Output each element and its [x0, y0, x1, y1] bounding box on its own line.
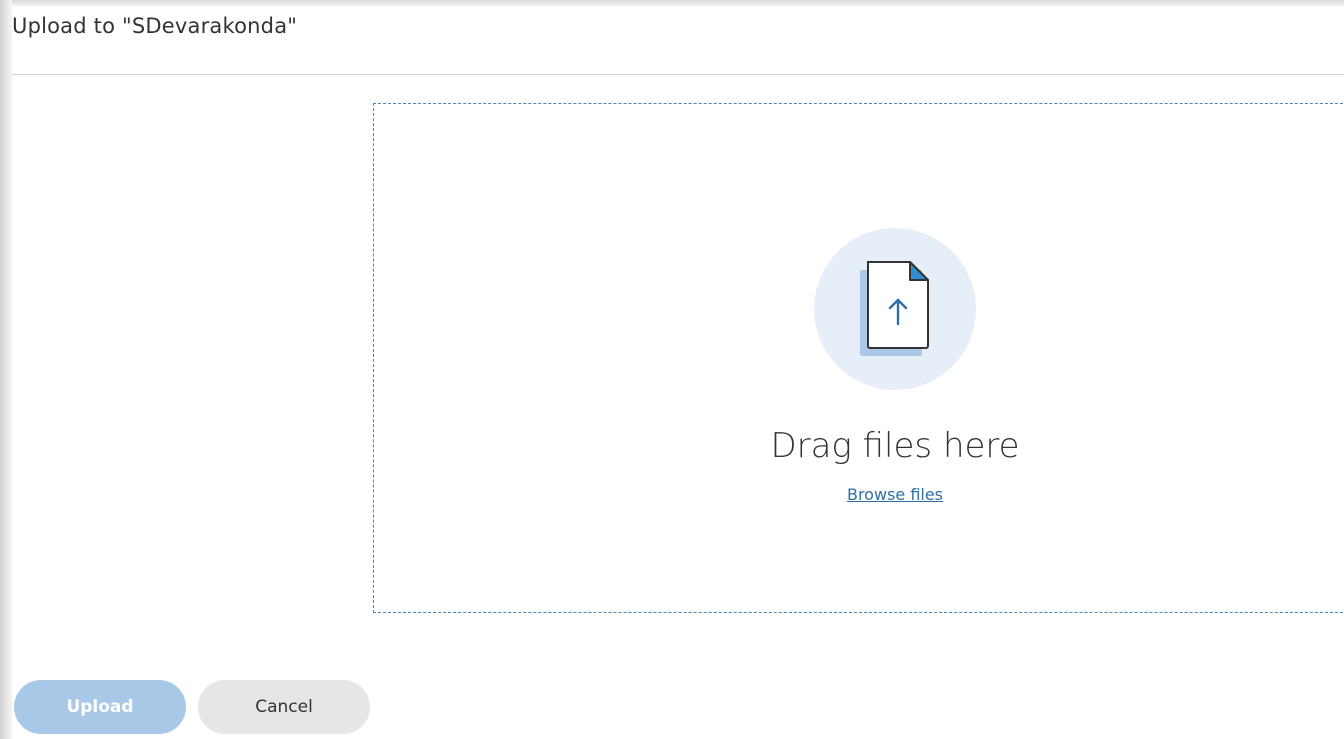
screen: Upload to "SDevarakonda" Drag files here… [0, 0, 1344, 739]
dialog-title: Upload to "SDevarakonda" [12, 14, 298, 38]
upload-button[interactable]: Upload [14, 680, 186, 734]
upload-dialog: Upload to "SDevarakonda" Drag files here… [12, 6, 1344, 739]
dialog-header: Upload to "SDevarakonda" [12, 6, 1344, 75]
file-upload-icon-circle [814, 228, 976, 390]
browse-files-link[interactable]: Browse files [374, 485, 1344, 504]
file-dropzone[interactable]: Drag files here Browse files [373, 103, 1344, 613]
file-upload-icon [860, 261, 929, 356]
cancel-button[interactable]: Cancel [198, 680, 370, 734]
window-edge-left [0, 0, 12, 739]
drag-files-text: Drag files here [770, 426, 1020, 466]
